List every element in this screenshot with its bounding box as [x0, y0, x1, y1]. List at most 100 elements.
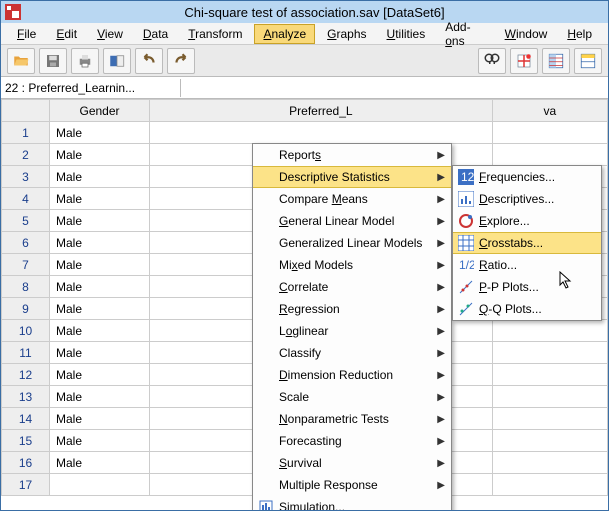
cell-gender[interactable]: Male — [50, 342, 150, 364]
cell-gender[interactable]: Male — [50, 364, 150, 386]
column-header[interactable]: Preferred_L — [150, 100, 493, 122]
cell-value-box[interactable] — [181, 86, 608, 90]
insert-case-button[interactable] — [510, 48, 538, 74]
row-number[interactable]: 5 — [2, 210, 50, 232]
cell-gender[interactable]: Male — [50, 408, 150, 430]
submenu-item-frequencies[interactable]: 123Frequencies... — [453, 166, 601, 188]
menu-utilities[interactable]: Utilities — [379, 25, 434, 43]
row-number[interactable]: 6 — [2, 232, 50, 254]
print-button[interactable] — [71, 48, 99, 74]
open-button[interactable] — [7, 48, 35, 74]
menu-view[interactable]: View — [89, 25, 131, 43]
table-row[interactable]: 1Male — [2, 122, 608, 144]
menu-item-scale[interactable]: Scale▶ — [253, 386, 451, 408]
menu-item-compare-means[interactable]: Compare Means▶ — [253, 188, 451, 210]
cell-gender[interactable]: Male — [50, 452, 150, 474]
cell-gender[interactable]: Male — [50, 122, 150, 144]
menu-item-simulation[interactable]: Simulation... — [253, 496, 451, 510]
cell[interactable] — [492, 430, 607, 452]
row-number[interactable]: 3 — [2, 166, 50, 188]
row-number[interactable]: 14 — [2, 408, 50, 430]
menu-item-mixed-models[interactable]: Mixed Models▶ — [253, 254, 451, 276]
menu-graphs[interactable]: Graphs — [319, 25, 374, 43]
data-grid-wrapper: GenderPreferred_Lva 1Male2Male3Male4Male… — [1, 99, 608, 510]
menu-file[interactable]: File — [9, 25, 44, 43]
menu-item-loglinear[interactable]: Loglinear▶ — [253, 320, 451, 342]
column-header[interactable]: va — [492, 100, 607, 122]
menu-item-dimension-reduction[interactable]: Dimension Reduction▶ — [253, 364, 451, 386]
menu-analyze[interactable]: Analyze — [254, 24, 315, 44]
row-number[interactable]: 4 — [2, 188, 50, 210]
cell[interactable] — [492, 474, 607, 496]
cell-gender[interactable]: Male — [50, 166, 150, 188]
menu-item-nonparametric-tests[interactable]: Nonparametric Tests▶ — [253, 408, 451, 430]
redo-button[interactable] — [167, 48, 195, 74]
recall-dialog-button[interactable] — [103, 48, 131, 74]
menu-help[interactable]: Help — [559, 25, 600, 43]
row-number[interactable]: 7 — [2, 254, 50, 276]
analyze-menu-dropdown[interactable]: Reports▶Descriptive Statistics▶Compare M… — [252, 143, 452, 510]
menu-transform[interactable]: Transform — [180, 25, 250, 43]
row-number[interactable]: 11 — [2, 342, 50, 364]
menu-window[interactable]: Window — [497, 25, 556, 43]
submenu-item-descriptives[interactable]: Descriptives... — [453, 188, 601, 210]
submenu-item-p-p-plots[interactable]: P-P Plots... — [453, 276, 601, 298]
menu-add-ons[interactable]: Add-ons — [437, 18, 492, 50]
undo-button[interactable] — [135, 48, 163, 74]
cell[interactable] — [492, 408, 607, 430]
row-number[interactable]: 12 — [2, 364, 50, 386]
cell[interactable] — [492, 320, 607, 342]
submenu-item-crosstabs[interactable]: Crosstabs... — [453, 232, 601, 254]
menu-item-multiple-response[interactable]: Multiple Response▶ — [253, 474, 451, 496]
cell-gender[interactable]: Male — [50, 144, 150, 166]
column-header[interactable]: Gender — [50, 100, 150, 122]
save-button[interactable] — [39, 48, 67, 74]
menu-item-survival[interactable]: Survival▶ — [253, 452, 451, 474]
cell[interactable] — [492, 364, 607, 386]
menu-item-reports[interactable]: Reports▶ — [253, 144, 451, 166]
row-number[interactable]: 13 — [2, 386, 50, 408]
weight-cases-button[interactable] — [574, 48, 602, 74]
cell[interactable] — [492, 122, 607, 144]
cell-gender[interactable]: Male — [50, 254, 150, 276]
split-file-button[interactable] — [542, 48, 570, 74]
cell-gender[interactable]: Male — [50, 430, 150, 452]
submenu-item-q-q-plots[interactable]: Q-Q Plots... — [453, 298, 601, 320]
cell[interactable] — [492, 144, 607, 166]
cell-gender[interactable]: Male — [50, 320, 150, 342]
submenu-item-ratio[interactable]: 1/2Ratio... — [453, 254, 601, 276]
row-number[interactable]: 16 — [2, 452, 50, 474]
row-number[interactable]: 9 — [2, 298, 50, 320]
cell[interactable] — [492, 386, 607, 408]
menu-item-general-linear-model[interactable]: General Linear Model▶ — [253, 210, 451, 232]
cell-gender[interactable]: Male — [50, 276, 150, 298]
row-header-corner[interactable] — [2, 100, 50, 122]
cell-gender[interactable]: Male — [50, 188, 150, 210]
menu-item-descriptive-statistics[interactable]: Descriptive Statistics▶ — [253, 166, 451, 188]
cell-name-box[interactable]: 22 : Preferred_Learnin... — [1, 79, 181, 97]
menu-edit[interactable]: Edit — [48, 25, 85, 43]
row-number[interactable]: 17 — [2, 474, 50, 496]
row-number[interactable]: 8 — [2, 276, 50, 298]
menu-item-regression[interactable]: Regression▶ — [253, 298, 451, 320]
descriptive-statistics-submenu[interactable]: 123Frequencies...Descriptives...Explore.… — [452, 165, 602, 321]
menu-data[interactable]: Data — [135, 25, 176, 43]
menu-item-generalized-linear-models[interactable]: Generalized Linear Models▶ — [253, 232, 451, 254]
cell-gender[interactable]: Male — [50, 232, 150, 254]
find-button[interactable] — [478, 48, 506, 74]
menu-item-classify[interactable]: Classify▶ — [253, 342, 451, 364]
cell-gender[interactable]: Male — [50, 298, 150, 320]
cell[interactable] — [150, 122, 493, 144]
row-number[interactable]: 2 — [2, 144, 50, 166]
submenu-item-explore[interactable]: Explore... — [453, 210, 601, 232]
row-number[interactable]: 10 — [2, 320, 50, 342]
cell[interactable] — [492, 452, 607, 474]
row-number[interactable]: 15 — [2, 430, 50, 452]
row-number[interactable]: 1 — [2, 122, 50, 144]
cell-gender[interactable]: Male — [50, 210, 150, 232]
cell-gender[interactable]: Male — [50, 386, 150, 408]
menu-item-correlate[interactable]: Correlate▶ — [253, 276, 451, 298]
cell[interactable] — [492, 342, 607, 364]
menu-item-forecasting[interactable]: Forecasting▶ — [253, 430, 451, 452]
cell-gender[interactable] — [50, 474, 150, 496]
